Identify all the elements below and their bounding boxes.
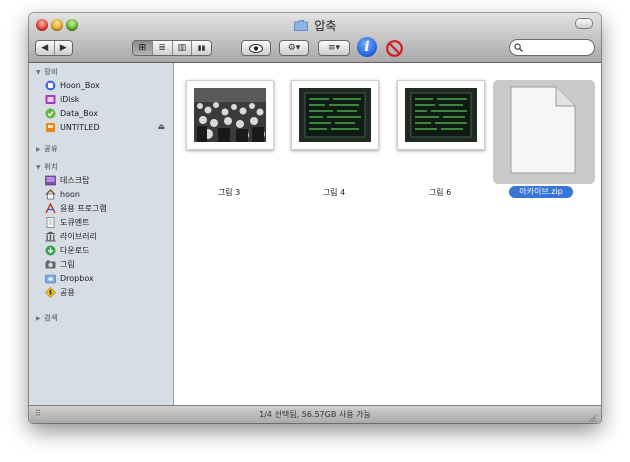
sidebar-item-desktop[interactable]: 데스크탑 — [45, 174, 89, 187]
sidebar-item-pictures[interactable]: 그림 — [45, 258, 75, 271]
sidebar-item-label: UNTITLED — [60, 123, 100, 132]
column-view-button[interactable]: ▥ — [171, 41, 192, 55]
selected-file-name[interactable]: 아카이브.zip — [509, 186, 573, 198]
back-button[interactable]: ◀ — [36, 41, 54, 55]
sidebar-item-label: 데스크탑 — [60, 176, 90, 185]
eye-icon — [249, 43, 263, 53]
back-forward-control: ◀ ▶ — [35, 40, 73, 56]
pictures-icon — [45, 260, 56, 269]
window-title-area: 압축 — [29, 17, 601, 34]
disclosure-open-icon: ▼ — [36, 69, 42, 76]
sidebar-item-untitled[interactable]: UNTITLED ⏏ — [45, 121, 169, 134]
status-bar: ⠿ 1/4 선택됨, 56.57GB 사용 가능 — [29, 405, 601, 423]
usb-disk-icon — [46, 123, 55, 132]
dropbox-disk-icon — [45, 80, 56, 91]
dropbox-folder-icon — [45, 274, 56, 284]
view-mode-control: ⊞ ≣ ▥ ▮▮ — [132, 40, 212, 56]
action-menu-button[interactable]: ⚙▾ — [279, 40, 309, 56]
disclosure-closed-icon: ▶ — [36, 315, 42, 322]
sidebar-header-search[interactable]: ▶ 검색 — [36, 313, 58, 323]
sidebar-item-label: Data_Box — [60, 109, 98, 118]
window-title: 압축 — [314, 19, 337, 33]
sidebar-item-idisk[interactable]: iDisk — [45, 93, 79, 106]
forward-button[interactable]: ▶ — [53, 41, 72, 55]
sidebar-item-public[interactable]: 공용 — [45, 286, 75, 299]
list-view-button[interactable]: ≣ — [151, 41, 172, 55]
library-icon — [45, 231, 56, 242]
info-icon[interactable]: i — [357, 37, 377, 57]
sidebar-item-label: 공용 — [60, 288, 75, 297]
zip-document-icon[interactable] — [510, 86, 576, 174]
resize-grip-icon[interactable] — [588, 414, 597, 423]
no-entry-icon[interactable] — [386, 40, 403, 57]
sidebar-item-dropbox[interactable]: Dropbox — [45, 272, 94, 285]
idisk-icon — [45, 95, 56, 104]
file-name[interactable]: 그림 3 — [174, 187, 284, 198]
sidebar-item-data-box[interactable]: Data_Box — [45, 107, 98, 120]
desktop-icon — [45, 175, 56, 186]
file-item-picture-6[interactable] — [397, 80, 485, 150]
sidebar-item-label: hoon — [60, 190, 80, 199]
data-disk-icon — [45, 108, 56, 119]
sidebar-item-label: 응용 프로그램 — [60, 204, 107, 213]
disclosure-closed-icon: ▶ — [36, 146, 42, 153]
arrange-icon: ≡▾ — [327, 43, 341, 53]
sidebar-item-label: Dropbox — [60, 274, 94, 283]
status-text: 1/4 선택됨, 56.57GB 사용 가능 — [259, 410, 371, 419]
green-screen-thumbnail — [299, 88, 371, 142]
finder-window: 압축 ◀ ▶ ⊞ ≣ ▥ ▮▮ ⚙▾ ≡▾ i ▼ 장비 Hoon_Box iD… — [29, 13, 601, 423]
arrange-menu-button[interactable]: ≡▾ — [318, 40, 350, 56]
gear-icon: ⚙▾ — [287, 43, 301, 53]
green-screen-thumbnail — [405, 88, 477, 142]
disclosure-open-icon: ▼ — [36, 164, 42, 171]
sidebar-item-label: Hoon_Box — [60, 81, 100, 90]
sidebar-item-label: iDisk — [60, 95, 80, 104]
folder-icon — [293, 20, 308, 31]
icon-view-button[interactable]: ⊞ — [133, 41, 152, 55]
sidebar-resize-handle[interactable]: ⠿ — [35, 410, 41, 418]
file-name[interactable]: 그림 4 — [279, 187, 389, 198]
sidebar-item-label: 도큐멘트 — [60, 218, 90, 227]
sidebar-item-downloads[interactable]: 다운로드 — [45, 244, 89, 257]
home-icon — [45, 189, 56, 200]
sidebar-item-documents[interactable]: 도큐멘트 — [45, 216, 89, 229]
sidebar-item-hoon-box[interactable]: Hoon_Box — [45, 79, 100, 92]
downloads-icon — [45, 245, 56, 256]
applications-icon — [45, 203, 56, 214]
sidebar-header-shared[interactable]: ▶ 공유 — [36, 144, 58, 154]
file-name[interactable]: 그림 6 — [385, 187, 495, 198]
public-icon — [45, 287, 56, 298]
toolbar-toggle-button[interactable] — [575, 18, 593, 29]
titlebar: 압축 ◀ ▶ ⊞ ≣ ▥ ▮▮ ⚙▾ ≡▾ i — [29, 13, 601, 63]
documents-icon — [46, 217, 55, 228]
file-item-picture-4[interactable] — [291, 80, 379, 150]
sidebar-item-label: 라이브러리 — [60, 232, 97, 241]
sidebar-item-applications[interactable]: 응용 프로그램 — [45, 202, 107, 215]
sidebar: ▼ 장비 Hoon_Box iDisk Data_Box UNTITLED ⏏ … — [29, 63, 174, 405]
sidebar-item-home[interactable]: hoon — [45, 188, 80, 201]
sidebar-item-label: 그림 — [60, 260, 75, 269]
search-field[interactable] — [509, 39, 595, 56]
quicklook-button[interactable] — [241, 40, 271, 56]
sidebar-item-library[interactable]: 라이브러리 — [45, 230, 97, 243]
crowd-photo-thumbnail — [194, 88, 266, 142]
search-icon — [514, 43, 523, 52]
sidebar-item-label: 다운로드 — [60, 246, 90, 255]
sidebar-header-places[interactable]: ▼ 위치 — [36, 162, 58, 172]
eject-icon[interactable]: ⏏ — [157, 122, 165, 131]
sidebar-header-devices[interactable]: ▼ 장비 — [36, 67, 58, 77]
coverflow-view-button[interactable]: ▮▮ — [191, 41, 211, 55]
file-item-picture-3[interactable] — [186, 80, 274, 150]
